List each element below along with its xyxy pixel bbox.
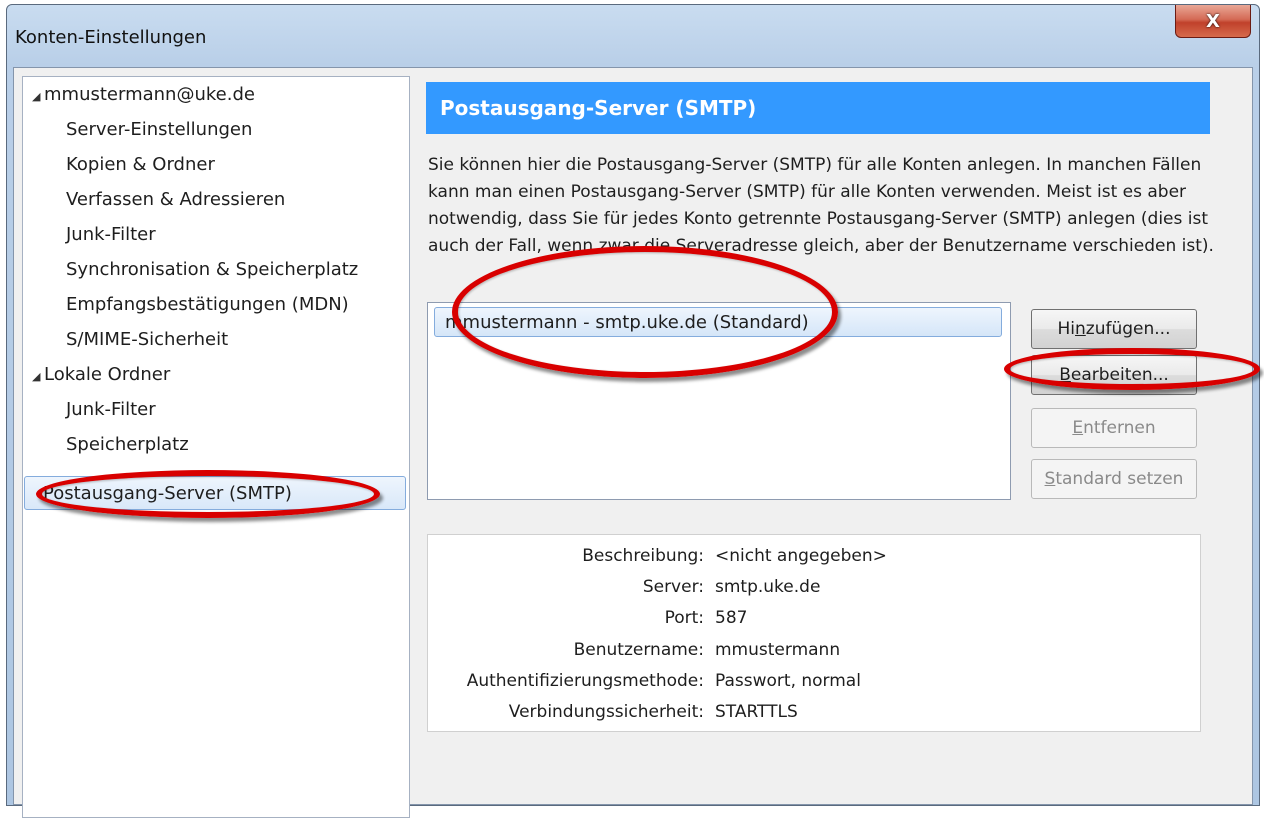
detail-label: Beschreibung:: [582, 546, 704, 566]
window-title: Konten-Einstellungen: [15, 27, 207, 48]
set-default-button-label: tandard setzen: [1055, 469, 1184, 489]
tree-item-label: Verfassen & Adressieren: [66, 189, 286, 210]
expand-arrow-icon[interactable]: ◢: [32, 80, 44, 114]
tree-item-server-settings[interactable]: Server-Einstellungen: [66, 113, 252, 147]
remove-button[interactable]: Entfernen: [1031, 408, 1197, 448]
panel-header: Postausgang-Server (SMTP): [426, 82, 1210, 134]
tree-item-local-junk-filter[interactable]: Junk-Filter: [66, 393, 156, 427]
detail-description: Beschreibung: <nicht angegeben>: [428, 541, 1200, 571]
tree-item-label: Server-Einstellungen: [66, 119, 253, 140]
detail-value: smtp.uke.de: [715, 577, 821, 597]
detail-value: Passwort, normal: [715, 671, 861, 691]
dialog-client: ◢ mmustermann@uke.de Server-Einstellungen…: [13, 67, 1253, 818]
tree-item-label: mmustermann@uke.de: [44, 84, 255, 105]
detail-value: mmustermann: [715, 640, 841, 660]
remove-button-accesskey: E: [1072, 418, 1084, 438]
tree-item-label: Junk-Filter: [66, 399, 156, 420]
tree-item-label: Lokale Ordner: [44, 364, 171, 385]
tree-item-smime[interactable]: S/MIME-Sicherheit: [66, 323, 228, 357]
close-button[interactable]: X: [1175, 5, 1251, 38]
server-details: Beschreibung: <nicht angegeben> Server: …: [427, 534, 1201, 732]
set-default-button-accesskey: S: [1044, 469, 1056, 489]
detail-label: Port:: [664, 608, 704, 628]
tree-item-local-folders[interactable]: ◢ Lokale Ordner: [32, 358, 170, 392]
set-default-button[interactable]: Standard setzen: [1031, 459, 1197, 499]
smtp-panel: Postausgang-Server (SMTP) Sie können hie…: [426, 76, 1244, 804]
detail-value: <nicht angegeben>: [715, 546, 887, 566]
detail-auth-method: Authentifizierungsmethode: Passwort, nor…: [428, 666, 1200, 696]
tree-item-copies-folders[interactable]: Kopien & Ordner: [66, 148, 215, 182]
add-button-label: Hi: [1057, 319, 1076, 339]
title-bar[interactable]: Konten-Einstellungen X: [7, 5, 1259, 67]
add-button-accesskey: n: [1075, 319, 1086, 339]
panel-description: Sie können hier die Postausgang-Server (…: [428, 155, 1214, 256]
tree-item-label: S/MIME-Sicherheit: [66, 329, 229, 350]
account-tree: ◢ mmustermann@uke.de Server-Einstellungen…: [22, 76, 410, 818]
detail-port: Port: 587: [428, 603, 1200, 633]
detail-value: STARTTLS: [715, 702, 798, 722]
detail-connection-security: Verbindungssicherheit: STARTTLS: [428, 697, 1200, 727]
tree-item-storage[interactable]: Speicherplatz: [66, 428, 189, 462]
detail-username: Benutzername: mmustermann: [428, 635, 1200, 665]
tree-item-receipts[interactable]: Empfangsbestätigungen (MDN): [66, 288, 349, 322]
tree-item-junk-filter[interactable]: Junk-Filter: [66, 218, 156, 252]
remove-button-label: ntfernen: [1083, 418, 1156, 438]
tree-item-label: Junk-Filter: [66, 224, 156, 245]
expand-arrow-icon[interactable]: ◢: [32, 360, 44, 394]
annotation-ellipse-server-list: [452, 246, 838, 378]
close-icon: X: [1206, 10, 1220, 32]
settings-window: Konten-Einstellungen X ◢ mmustermann@uke.…: [6, 4, 1260, 818]
detail-label: Server:: [642, 577, 704, 597]
detail-server: Server: smtp.uke.de: [428, 572, 1200, 602]
add-button-label-rest: zufügen...: [1085, 319, 1171, 339]
annotation-ellipse-edit-button: [1004, 348, 1260, 390]
annotation-ellipse-outgoing-server: [36, 470, 380, 518]
detail-label: Authentifizierungsmethode:: [466, 671, 704, 691]
tree-item-label: Synchronisation & Speicherplatz: [66, 259, 359, 280]
tree-item-label: Speicherplatz: [66, 434, 189, 455]
detail-label: Verbindungssicherheit:: [508, 702, 704, 722]
detail-label: Benutzername:: [573, 640, 704, 660]
tree-item-label: Empfangsbestätigungen (MDN): [66, 294, 349, 315]
tree-item-label: Kopien & Ordner: [66, 154, 215, 175]
tree-item-sync-storage[interactable]: Synchronisation & Speicherplatz: [66, 253, 358, 287]
detail-value: 587: [715, 608, 748, 628]
tree-item-account[interactable]: ◢ mmustermann@uke.de: [32, 78, 255, 112]
tree-item-composition[interactable]: Verfassen & Adressieren: [66, 183, 285, 217]
add-button[interactable]: Hinzufügen...: [1031, 309, 1197, 349]
